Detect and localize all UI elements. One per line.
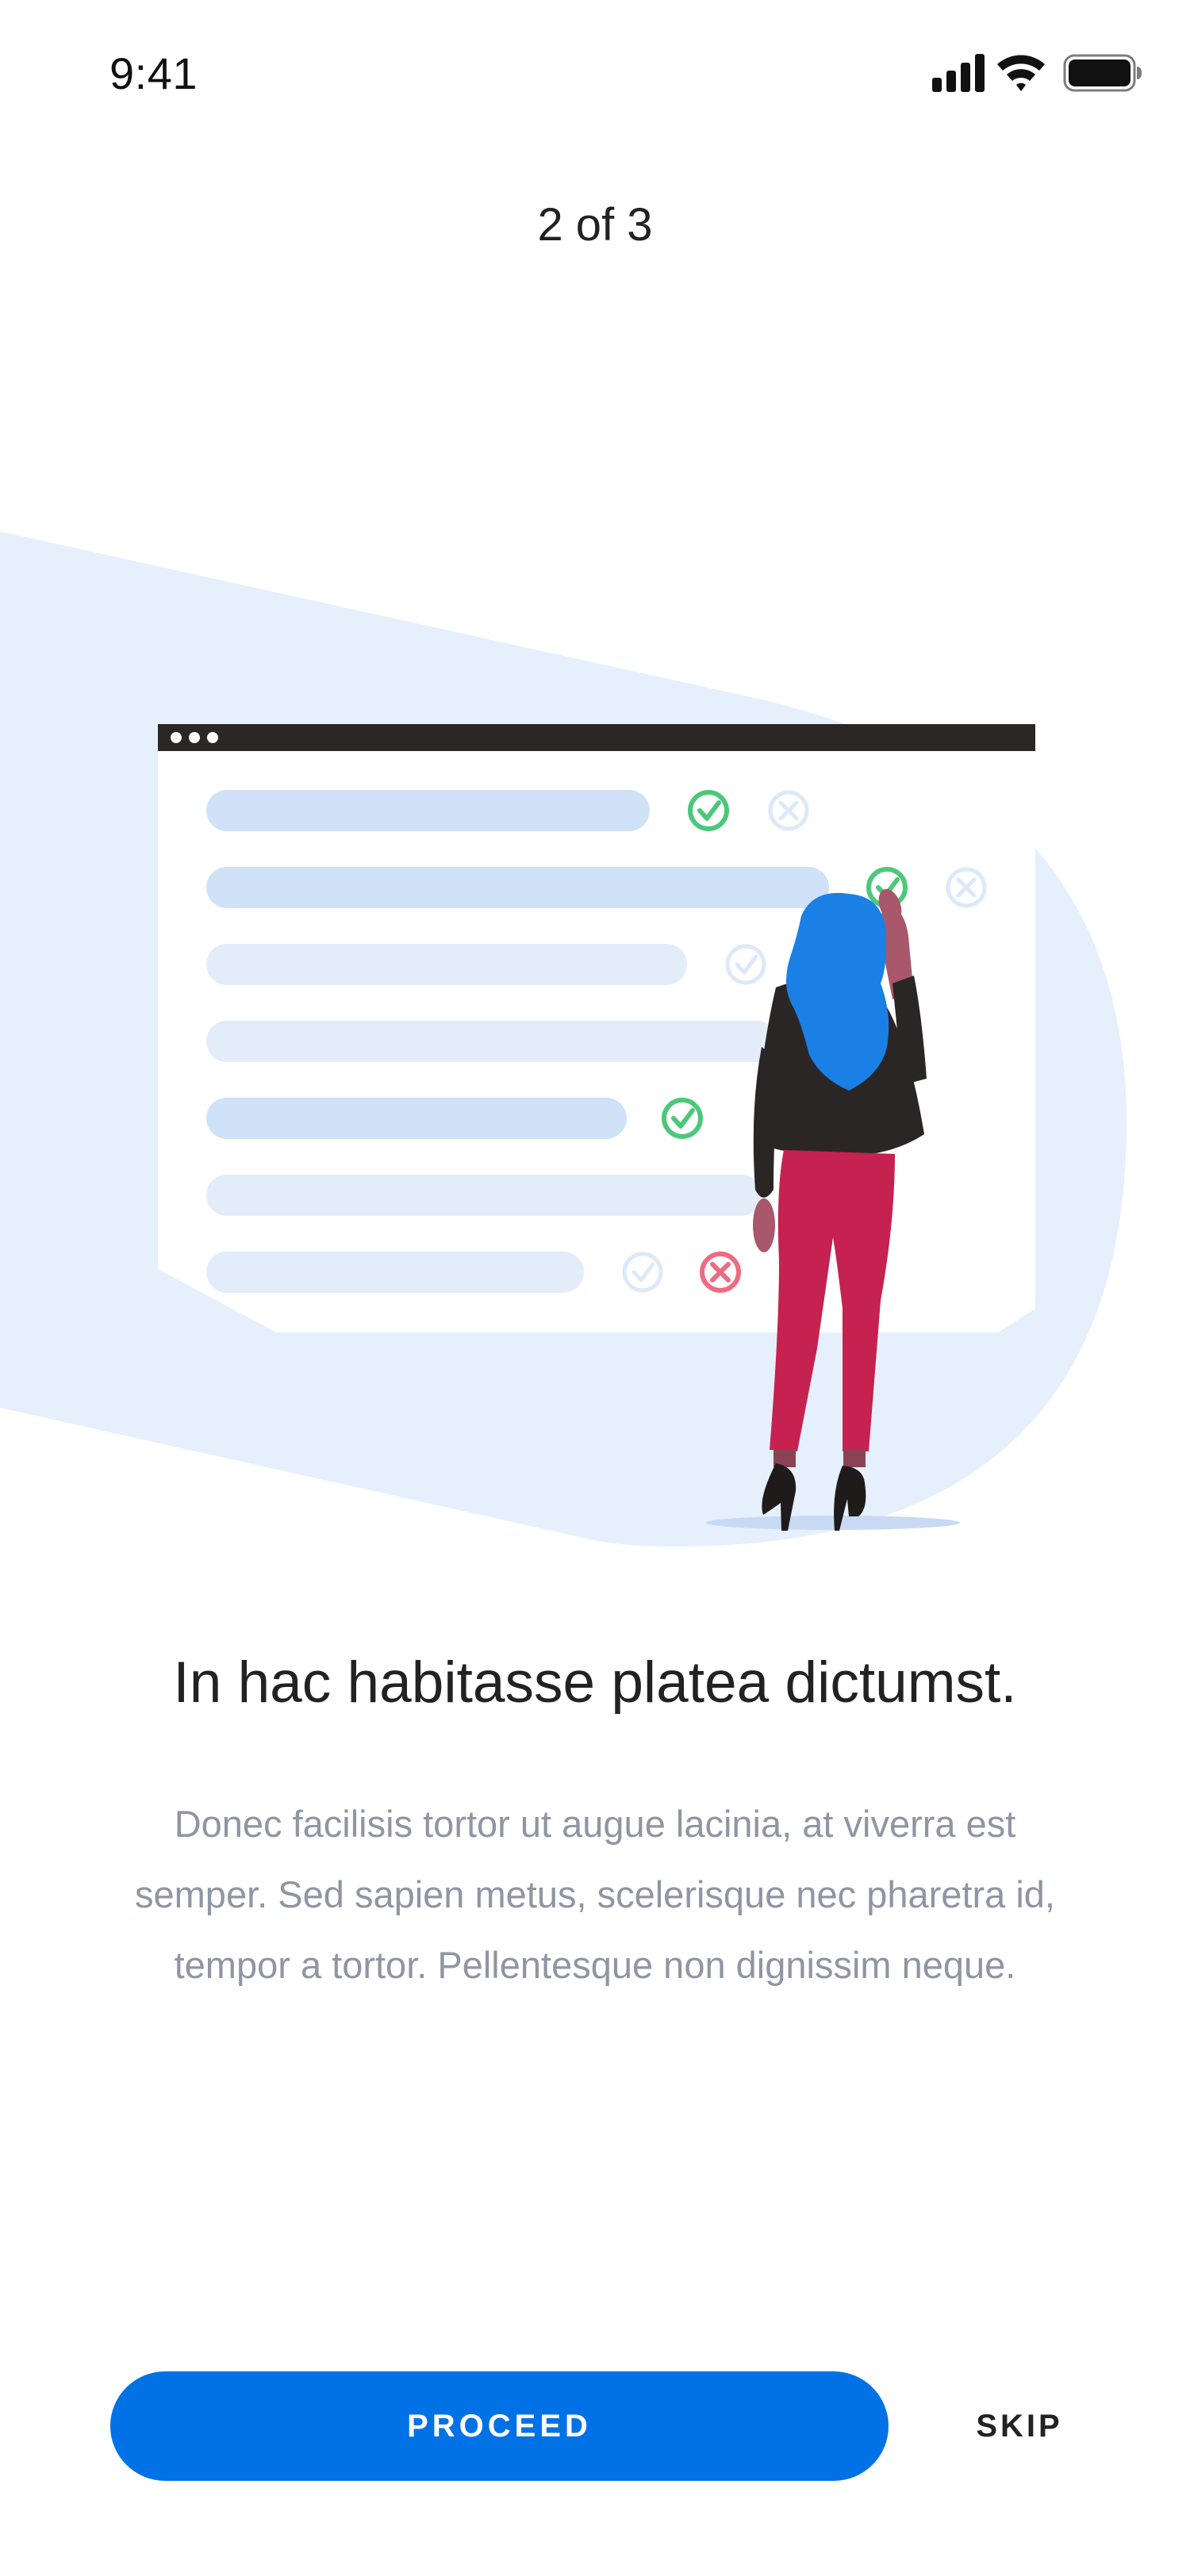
onboarding-screen: 9:41 2 of 3 In hac habitasse platea dict…: [0, 0, 1190, 2576]
skip-button[interactable]: SKIP: [936, 2371, 1103, 2481]
onboarding-illustration: [0, 508, 1190, 1562]
onboarding-body: Donec facilisis tortor ut augue lacinia,…: [135, 1803, 1055, 1986]
battery-icon: [1063, 54, 1142, 92]
status-time: 9:41: [109, 48, 198, 98]
wifi-icon: [997, 55, 1045, 91]
cellular-signal-icon: [932, 54, 985, 92]
status-bar: 9:41: [0, 0, 1190, 151]
status-icons: [932, 49, 1142, 97]
onboarding-headline: In hac habitasse platea dictumst.: [173, 1650, 1017, 1715]
proceed-button[interactable]: PROCEED: [110, 2371, 889, 2481]
page-indicator: 2 of 3: [537, 199, 653, 251]
